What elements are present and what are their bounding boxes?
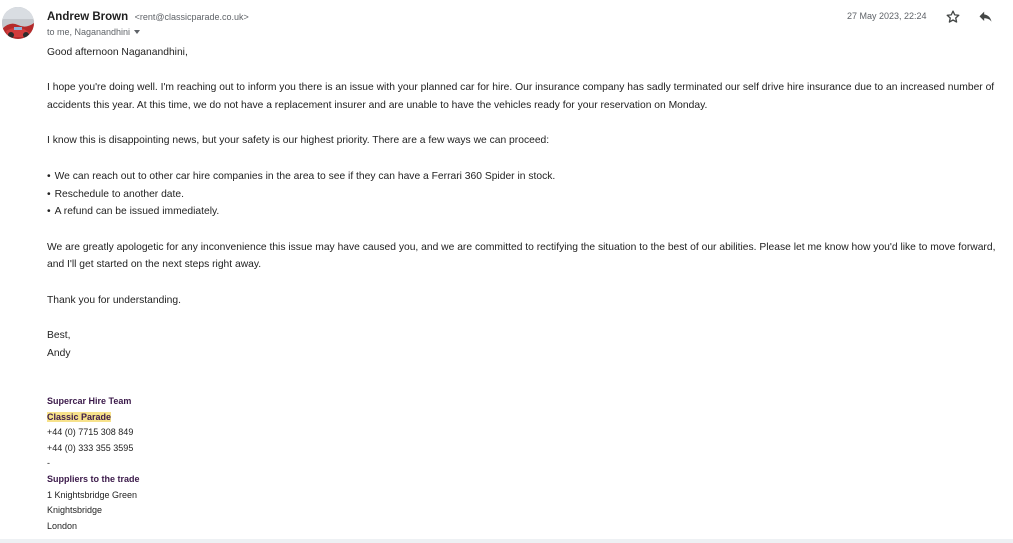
thanks-line: Thank you for understanding. — [47, 294, 181, 306]
sender-line: Andrew Brown <rent@classicparade.co.uk> — [47, 9, 249, 24]
signature-company: Classic Parade — [47, 411, 112, 422]
star-icon — [946, 10, 960, 23]
option-item: We can reach out to other car hire compa… — [47, 168, 1002, 186]
signature-address-line-2: Knightsbridge — [47, 505, 103, 516]
option-item: A refund can be issued immediately. — [47, 203, 1002, 221]
avatar-photo-icon — [2, 7, 34, 39]
signature-phone-1[interactable]: +44 (0) 7715 308 849 — [47, 425, 140, 441]
signoff: Best, — [47, 330, 71, 342]
signature-phone-2[interactable]: +44 (0) 333 355 3595 — [47, 441, 140, 457]
sender-name[interactable]: Andrew Brown — [47, 11, 128, 23]
chevron-down-icon[interactable] — [134, 30, 141, 34]
greeting: Good afternoon Naganandhini, — [47, 47, 188, 58]
signature-team: Supercar Hire Team — [47, 396, 132, 406]
bottom-divider — [0, 539, 1013, 543]
body-paragraph-3: We are greatly apologetic for any inconv… — [47, 241, 996, 271]
signature-address-line-3: London — [47, 520, 78, 531]
reply-icon — [979, 11, 992, 22]
signature-tagline: Suppliers to the trade — [47, 473, 140, 484]
signer-name: Andy — [47, 347, 71, 359]
email-message: Andrew Brown <rent@classicparade.co.uk> … — [0, 0, 1013, 543]
body-paragraph-1: I hope you're doing well. I'm reaching o… — [47, 82, 995, 112]
sender-avatar[interactable] — [2, 7, 34, 39]
message-timestamp: 27 May 2023, 22:24 — [847, 11, 927, 21]
signature-address-line-1: 1 Knightsbridge Green — [47, 489, 138, 500]
message-body: Good afternoon Naganandhini, I hope you'… — [47, 44, 1002, 363]
option-item: Reschedule to another date. — [47, 186, 1002, 204]
body-paragraph-2: I know this is disappointing news, but y… — [47, 135, 550, 147]
star-button[interactable] — [945, 9, 961, 25]
recipients: to me, Naganandhini — [47, 26, 141, 38]
signature-separator: - — [47, 458, 50, 469]
recipients-text: to me, Naganandhini — [47, 27, 131, 37]
reply-button[interactable] — [977, 9, 994, 25]
options-list: We can reach out to other car hire compa… — [47, 168, 1002, 221]
sender-email: <rent@classicparade.co.uk> — [134, 12, 249, 22]
email-signature: Supercar Hire Team Classic Parade +44 (0… — [47, 394, 140, 534]
